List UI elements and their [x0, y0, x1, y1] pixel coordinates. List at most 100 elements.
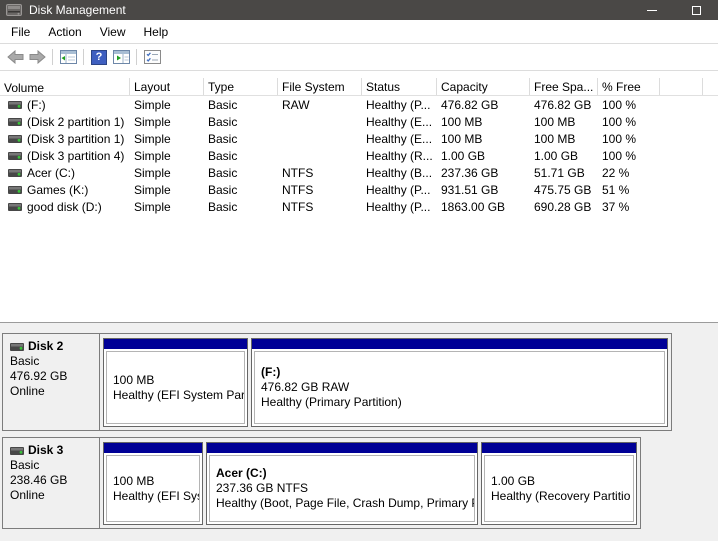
partition-disk3-recovery[interactable]: 1.00 GB Healthy (Recovery Partitio [481, 442, 637, 525]
cell-percent-free: 51 % [602, 182, 630, 197]
back-button[interactable] [4, 46, 26, 68]
disk-management-app-icon [6, 4, 22, 16]
partition-color-bar [252, 339, 667, 349]
partition-disk3-acer-c[interactable]: Acer (C:) 237.36 GB NTFS Healthy (Boot, … [206, 442, 478, 525]
column-header-capacity[interactable]: Capacity [437, 78, 530, 95]
disk-3-panel: Disk 3 Basic 238.46 GB Online 100 MB Hea… [2, 437, 641, 529]
cell-free-space: 100 MB [534, 131, 576, 146]
cell-volume: good disk (D:) [0, 200, 130, 214]
drive-icon [8, 151, 22, 160]
cell-layout: Simple [134, 114, 171, 129]
partition-color-bar [482, 443, 636, 453]
partition-name: Acer (C:) [216, 466, 267, 480]
cell-percent-free: 37 % [602, 199, 630, 214]
partition-status: Healthy (Recovery Partitio [491, 488, 631, 503]
cell-layout: Simple [134, 131, 171, 146]
console-tree-icon [59, 50, 77, 64]
volume-name: Acer (C:) [27, 165, 75, 180]
volume-row-acer-c[interactable]: Acer (C:) Simple Basic NTFS Healthy (B..… [0, 164, 718, 181]
menu-file[interactable]: File [2, 20, 39, 43]
maximize-button[interactable] [674, 0, 718, 20]
volume-row-disk3-part4[interactable]: (Disk 3 partition 4) Simple Basic Health… [0, 147, 718, 164]
help-icon: ? [91, 49, 107, 65]
cell-status: Healthy (P... [366, 199, 431, 214]
volume-row-disk2-part1[interactable]: (Disk 2 partition 1) Simple Basic Health… [0, 113, 718, 130]
cell-capacity: 476.82 GB [441, 97, 499, 112]
window-controls [630, 0, 718, 20]
partition-disk2-efi[interactable]: 100 MB Healthy (EFI System Parti [103, 338, 248, 427]
volume-name: (Disk 3 partition 1) [27, 131, 125, 146]
partition-name: (F:) [261, 365, 281, 379]
column-header-blank[interactable] [660, 78, 703, 95]
disk-type: Basic [10, 354, 40, 368]
drive-icon [8, 202, 22, 211]
partition-size: 100 MB [113, 372, 155, 387]
cell-capacity: 100 MB [441, 114, 483, 129]
column-header-percent-free[interactable]: % Free [598, 78, 660, 95]
partition-disk2-f[interactable]: (F:) 476.82 GB RAW Healthy (Primary Part… [251, 338, 668, 427]
cell-status: Healthy (P... [366, 182, 431, 197]
drive-icon [8, 168, 22, 177]
checklist-button[interactable] [141, 46, 163, 68]
menu-view[interactable]: View [91, 20, 135, 43]
toolbar-separator [52, 49, 53, 65]
cell-layout: Simple [134, 97, 171, 112]
disk-2-partitions: 100 MB Healthy (EFI System Parti (F:) 47… [100, 334, 671, 430]
cell-type: Basic [208, 114, 238, 129]
cell-volume: (Disk 2 partition 1) [0, 115, 130, 129]
cell-capacity: 931.51 GB [441, 182, 499, 197]
volume-row-good-disk-d[interactable]: good disk (D:) Simple Basic NTFS Healthy… [0, 198, 718, 215]
menu-action[interactable]: Action [39, 20, 90, 43]
cell-free-space: 475.75 GB [534, 182, 592, 197]
disk-size: 476.92 GB [10, 369, 68, 383]
cell-volume: (F:) [0, 98, 130, 112]
cell-file-system: NTFS [282, 199, 314, 214]
menu-help[interactable]: Help [135, 20, 178, 43]
partition-size: 100 MB [113, 473, 155, 488]
column-header-layout[interactable]: Layout [130, 78, 204, 95]
menu-bar: File Action View Help [0, 20, 718, 44]
column-header-type[interactable]: Type [204, 78, 278, 95]
cell-free-space: 100 MB [534, 114, 576, 129]
drive-icon [8, 100, 22, 109]
volume-row-games-k[interactable]: Games (K:) Simple Basic NTFS Healthy (P.… [0, 181, 718, 198]
cell-type: Basic [208, 182, 238, 197]
minimize-button[interactable] [630, 0, 674, 20]
disk-2-panel: Disk 2 Basic 476.92 GB Online 100 MB Hea… [2, 333, 672, 431]
partition-disk3-efi[interactable]: 100 MB Healthy (EFI Syst [103, 442, 203, 525]
toolbar: ? [0, 44, 718, 71]
column-header-file-system[interactable]: File System [278, 78, 362, 95]
disk-type: Basic [10, 458, 40, 472]
volume-row-f[interactable]: (F:) Simple Basic RAW Healthy (P... 476.… [0, 96, 718, 113]
maximize-icon [691, 5, 701, 15]
disk-size: 238.46 GB [10, 473, 68, 487]
cell-capacity: 1.00 GB [441, 148, 486, 163]
checklist-icon [143, 50, 161, 64]
column-header-status[interactable]: Status [362, 78, 437, 95]
cell-capacity: 100 MB [441, 131, 483, 146]
cell-percent-free: 100 % [602, 97, 637, 112]
volume-name: (F:) [27, 97, 46, 112]
cell-type: Basic [208, 199, 238, 214]
show-action-pane-button[interactable] [110, 46, 132, 68]
disk-3-label[interactable]: Disk 3 Basic 238.46 GB Online [3, 438, 100, 528]
cell-free-space: 476.82 GB [534, 97, 592, 112]
cell-percent-free: 22 % [602, 165, 630, 180]
cell-type: Basic [208, 165, 238, 180]
show-console-tree-button[interactable] [57, 46, 79, 68]
volume-name: Games (K:) [27, 182, 89, 197]
cell-volume: (Disk 3 partition 4) [0, 149, 130, 163]
cell-status: Healthy (B... [366, 165, 433, 180]
disk-2-label[interactable]: Disk 2 Basic 476.92 GB Online [3, 334, 100, 430]
cell-volume: Acer (C:) [0, 166, 130, 180]
partition-status: Healthy (EFI System Parti [113, 387, 245, 402]
cell-capacity: 237.36 GB [441, 165, 499, 180]
volume-name: (Disk 3 partition 4) [27, 148, 125, 163]
help-button[interactable]: ? [88, 46, 110, 68]
graphical-view: Disk 2 Basic 476.92 GB Online 100 MB Hea… [0, 325, 718, 541]
column-header-free-space[interactable]: Free Spa... [530, 78, 598, 95]
forward-button[interactable] [26, 46, 48, 68]
volume-row-disk3-part1[interactable]: (Disk 3 partition 1) Simple Basic Health… [0, 130, 718, 147]
column-header-volume[interactable]: Volume [0, 78, 130, 95]
cell-free-space: 690.28 GB [534, 199, 592, 214]
